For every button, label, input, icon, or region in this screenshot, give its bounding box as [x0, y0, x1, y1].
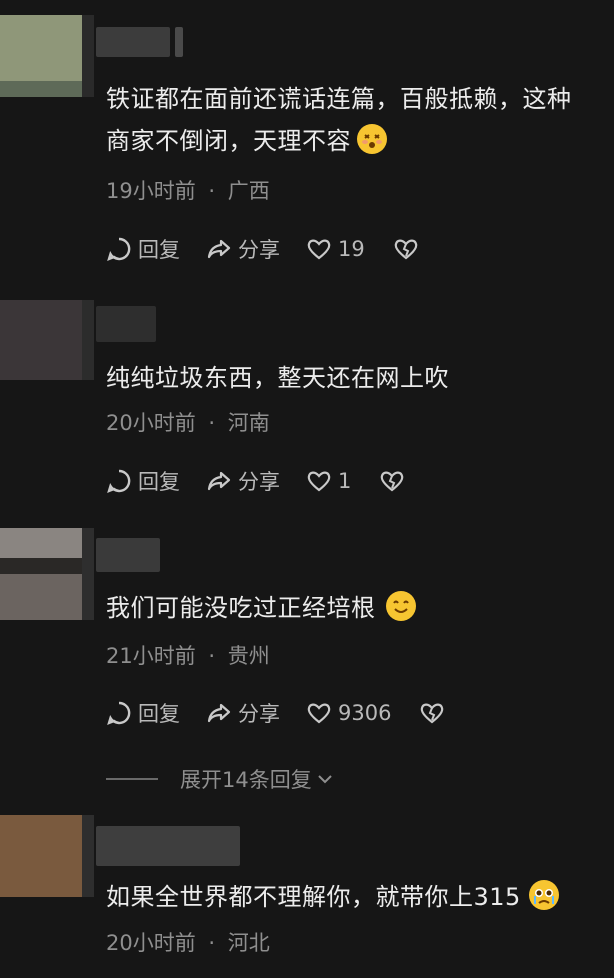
meta-separator: ·: [208, 931, 216, 955]
comment-meta: 20小时前 · 河北: [106, 927, 270, 957]
reply-button[interactable]: 回复: [106, 466, 180, 496]
comment-actions: 回复 分享 1: [106, 465, 437, 497]
dislike-button[interactable]: [379, 468, 411, 494]
broken-heart-icon: [421, 703, 444, 724]
heart-icon: [307, 703, 331, 724]
comment-text-line: 我们可能没吃过正经培根: [106, 587, 606, 629]
username-blurred-end: [175, 27, 183, 57]
reply-icon: [107, 469, 131, 494]
meta-separator: ·: [208, 179, 216, 203]
heart-icon: [307, 239, 331, 260]
dislike-button[interactable]: [419, 700, 451, 726]
comment-text: 铁证都在面前还谎话连篇，百般抵赖，这种 商家不倒闭，天理不容: [106, 78, 606, 162]
share-button[interactable]: 分享: [206, 698, 280, 728]
avatar[interactable]: [0, 15, 82, 97]
like-button[interactable]: 9306: [306, 700, 391, 726]
comment-meta: 21小时前 · 贵州: [106, 640, 270, 670]
comment-text-line: 如果全世界都不理解你，就带你上315: [106, 876, 606, 918]
comment-location: 河北: [227, 931, 270, 955]
broken-heart-icon: [394, 239, 418, 260]
comment-actions: 回复 分享 9306: [106, 697, 477, 729]
meta-separator: ·: [208, 411, 216, 435]
reply-icon: [107, 701, 131, 726]
smiling-face-emoji-icon: [385, 591, 416, 621]
expand-replies-button[interactable]: 展开14条回复: [106, 764, 334, 794]
dislike-button[interactable]: [393, 236, 425, 262]
share-button[interactable]: 分享: [206, 234, 280, 264]
comment-actions: 回复 分享 19: [106, 233, 451, 265]
crying-face-emoji-icon: [528, 880, 559, 910]
comment-location: 贵州: [227, 644, 270, 668]
meta-separator: ·: [208, 644, 216, 668]
comment-text: 纯纯垃圾东西，整天还在网上吹: [106, 357, 606, 399]
expand-divider: [106, 778, 158, 780]
comment-text-line: 商家不倒闭，天理不容: [106, 120, 606, 162]
comment-time: 20小时前: [106, 411, 196, 435]
comment-time: 19小时前: [106, 179, 196, 203]
avatar[interactable]: [0, 300, 82, 380]
avatar-shadow: [82, 815, 94, 897]
comment-meta: 19小时前 · 广西: [106, 175, 270, 205]
like-button[interactable]: 1: [306, 468, 351, 494]
comment-meta: 20小时前 · 河南: [106, 407, 270, 437]
heart-icon: [307, 471, 331, 492]
share-icon: [207, 703, 231, 723]
comment-location: 河南: [227, 411, 270, 435]
share-button[interactable]: 分享: [206, 466, 280, 496]
like-button[interactable]: 19: [306, 236, 365, 262]
username-blurred[interactable]: [96, 306, 156, 342]
reply-button[interactable]: 回复: [106, 698, 180, 728]
dizzy-face-emoji-icon: [357, 124, 387, 154]
comment-text: 如果全世界都不理解你，就带你上315: [106, 876, 606, 918]
avatar-shadow: [82, 300, 94, 380]
username-blurred[interactable]: [96, 538, 160, 572]
share-icon: [207, 239, 231, 259]
reply-button[interactable]: 回复: [106, 234, 180, 264]
avatar-shadow: [82, 528, 94, 620]
reply-icon: [107, 237, 131, 262]
comment-text: 我们可能没吃过正经培根: [106, 587, 606, 629]
comment-time: 20小时前: [106, 931, 196, 955]
chevron-down-icon: [318, 775, 332, 784]
avatar-shadow: [82, 15, 94, 97]
comment-time: 21小时前: [106, 644, 196, 668]
username-blurred[interactable]: [96, 826, 240, 866]
avatar[interactable]: [0, 815, 82, 897]
avatar[interactable]: [0, 528, 82, 620]
comment-text-line: 铁证都在面前还谎话连篇，百般抵赖，这种: [106, 85, 572, 113]
expand-replies-label: 展开14条回复: [180, 768, 312, 792]
comment-location: 广西: [227, 179, 270, 203]
comment-text-line: 纯纯垃圾东西，整天还在网上吹: [106, 364, 449, 392]
share-icon: [207, 471, 231, 491]
username-blurred[interactable]: [96, 27, 170, 57]
broken-heart-icon: [381, 471, 404, 492]
